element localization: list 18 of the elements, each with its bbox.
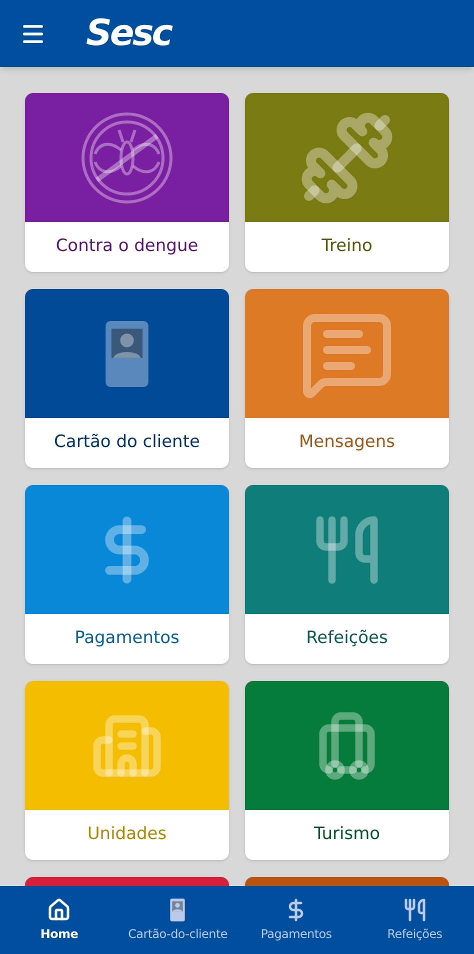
- menu-tile[interactable]: Turismo: [245, 681, 449, 860]
- nav-tab[interactable]: Home: [0, 886, 118, 954]
- menu-tile[interactable]: Treino: [245, 93, 449, 272]
- menu-tile[interactable]: Pagamentos: [25, 485, 229, 664]
- nav-tab[interactable]: Refeições: [356, 886, 474, 954]
- crossed-mosquito-icon: [79, 110, 175, 206]
- menu-tile[interactable]: Contra o dengue: [25, 93, 229, 272]
- menu-tile[interactable]: Refeições: [245, 485, 449, 664]
- home-icon: [47, 898, 72, 922]
- id-card-icon: [169, 898, 186, 922]
- dumbbell-icon: [299, 110, 395, 206]
- id-card-icon: [103, 318, 151, 388]
- nav-tab[interactable]: Pagamentos: [237, 886, 356, 954]
- nav-tab[interactable]: Cartão-do-cliente: [118, 886, 237, 954]
- menu-tile[interactable]: Mensagens: [245, 289, 449, 468]
- fork-knife-icon: [402, 898, 427, 922]
- app-logo: Sesc: [86, 16, 172, 52]
- menu-tile[interactable]: Cartão do cliente: [25, 289, 229, 468]
